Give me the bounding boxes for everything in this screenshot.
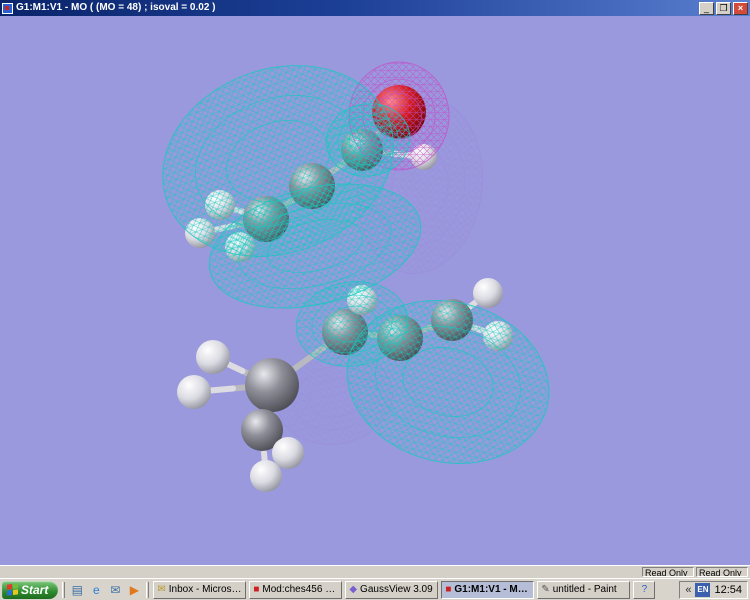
- task-button[interactable]: ◆ GaussView 3.09: [345, 580, 439, 599]
- status-panel: Read Only: [696, 567, 748, 577]
- clock[interactable]: 12:54: [714, 584, 742, 596]
- tray-chevron-icon[interactable]: «: [685, 584, 691, 596]
- task-button-icon: ✉: [157, 583, 166, 595]
- atom-H: [196, 340, 230, 374]
- status-filler: [2, 567, 640, 577]
- taskbar-divider: [62, 581, 66, 598]
- atom-C: [245, 358, 299, 412]
- molecule-viewport[interactable]: [0, 16, 750, 565]
- windows-logo-icon: [7, 583, 18, 596]
- task-button-icon: ◆: [349, 583, 358, 595]
- taskbar-divider: [146, 581, 150, 598]
- atom-H: [177, 375, 211, 409]
- internet-explorer-icon[interactable]: e: [88, 582, 104, 598]
- task-button[interactable]: ■ Mod:ches456 - ...: [249, 580, 343, 599]
- outlook-express-icon[interactable]: ✉: [107, 582, 123, 598]
- gaussview-mo-window: G1:M1:V1 - MO ( (MO = 48) ; isoval = 0.0…: [0, 0, 750, 600]
- status-panel: Read Only: [642, 567, 694, 577]
- atom-H: [473, 278, 503, 308]
- minimize-button[interactable]: _: [699, 1, 714, 15]
- task-button-label: untitled - Paint: [552, 584, 617, 595]
- window-icon: [2, 2, 13, 14]
- task-button-label: G1:M1:V1 - MO...: [454, 584, 531, 595]
- language-indicator[interactable]: EN: [695, 582, 711, 597]
- window-title: G1:M1:V1 - MO ( (MO = 48) ; isoval = 0.0…: [16, 2, 216, 13]
- task-button[interactable]: ✉ Inbox - Microso...: [153, 580, 247, 599]
- media-player-icon[interactable]: ▶: [126, 582, 142, 598]
- close-button[interactable]: ×: [733, 1, 748, 15]
- task-button[interactable]: ✎ untitled - Paint: [537, 580, 631, 599]
- task-button-icon: ✎: [541, 583, 550, 595]
- task-button[interactable]: ■ G1:M1:V1 - MO...: [441, 580, 535, 599]
- quick-launch-bar: ▤ e ✉ ▶: [69, 582, 142, 598]
- start-button[interactable]: Start: [2, 580, 59, 599]
- system-tray: « EN 12:54: [679, 580, 748, 599]
- task-button-label: Inbox - Microso...: [168, 584, 243, 595]
- maximize-button[interactable]: ❐: [716, 1, 731, 15]
- task-button-icon: ■: [253, 583, 260, 595]
- task-button-icon: ■: [445, 583, 452, 595]
- task-button-label: GaussView 3.09: [360, 584, 433, 595]
- task-button-label: Mod:ches456 - ...: [262, 584, 339, 595]
- task-button[interactable]: ?: [633, 580, 656, 599]
- status-bar: Read Only Read Only: [0, 565, 750, 578]
- title-bar[interactable]: G1:M1:V1 - MO ( (MO = 48) ; isoval = 0.0…: [0, 0, 750, 16]
- atom-H: [250, 460, 282, 492]
- task-button-area: ✉ Inbox - Microso... ■ Mod:ches456 - ... ◆ Ga…: [153, 580, 676, 599]
- taskbar: Start ▤ e ✉ ▶ ✉ Inbox - Microso... ■ Mod:ches4…: [0, 578, 750, 600]
- start-label: Start: [21, 582, 49, 597]
- molecular-orbital-scene: [162, 61, 550, 492]
- show-desktop-icon[interactable]: ▤: [69, 582, 85, 598]
- task-button-icon: ?: [641, 583, 648, 595]
